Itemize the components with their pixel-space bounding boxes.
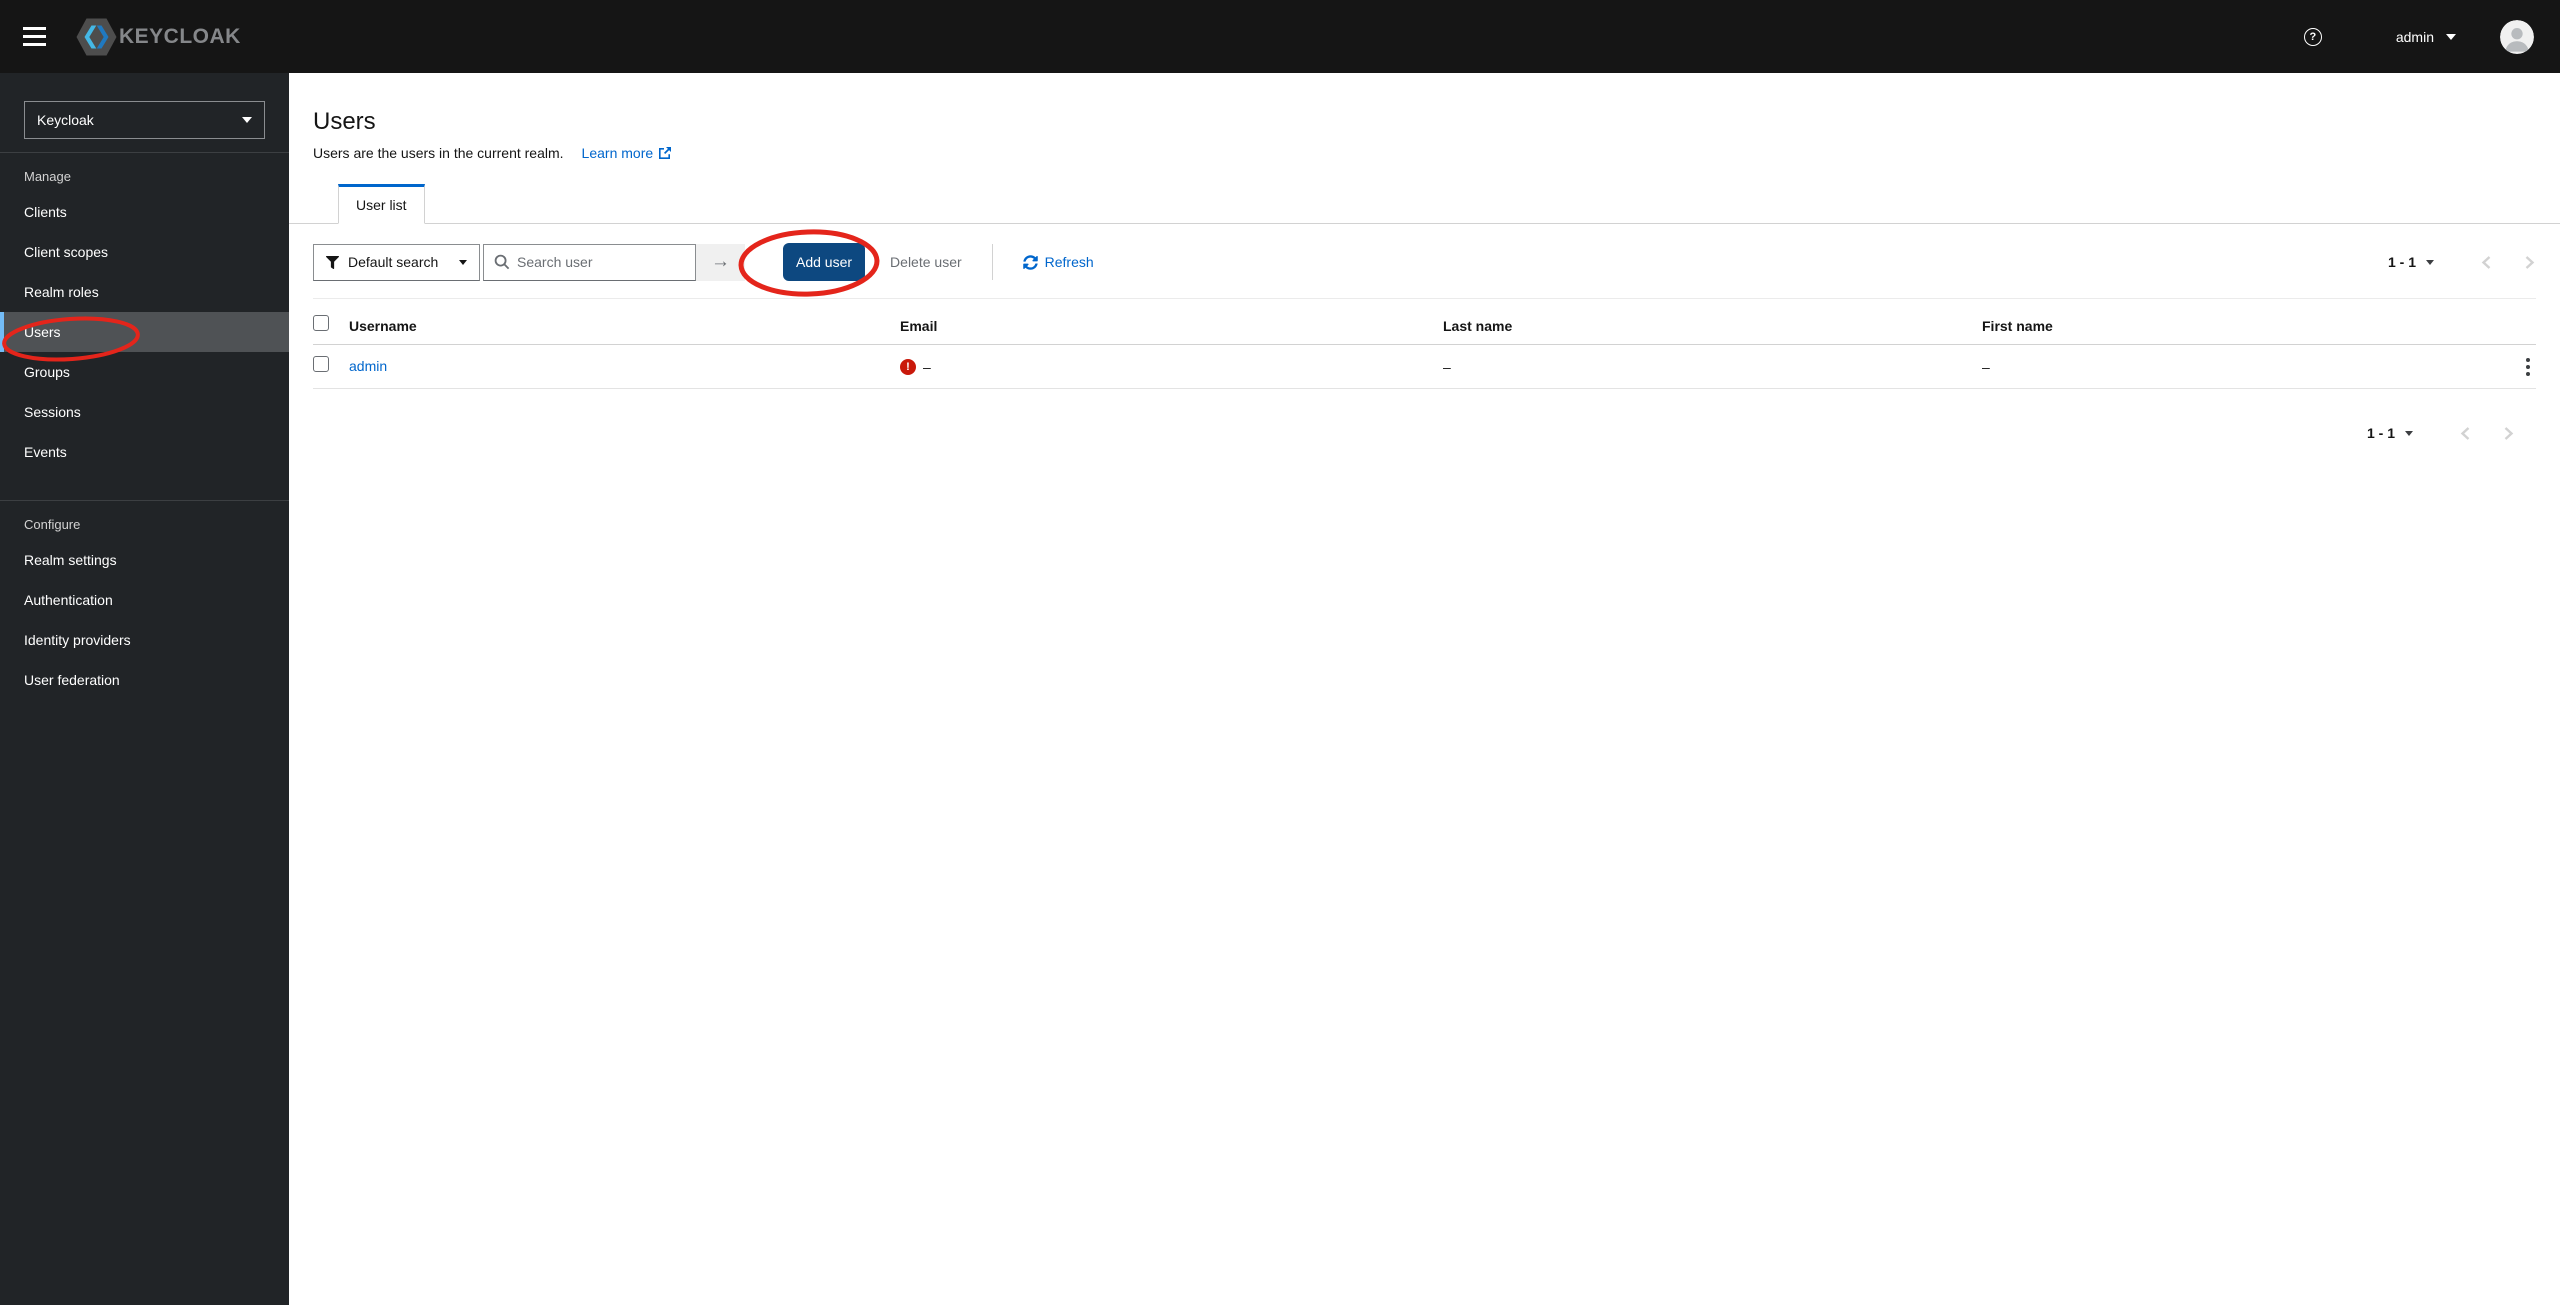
filter-icon bbox=[326, 255, 339, 269]
realm-selector-value: Keycloak bbox=[37, 112, 94, 128]
delete-user-button[interactable]: Delete user bbox=[890, 254, 962, 270]
search-type-label: Default search bbox=[348, 254, 439, 270]
hamburger-icon bbox=[22, 27, 46, 30]
external-link-icon bbox=[659, 147, 672, 159]
page-description-text: Users are the users in the current realm… bbox=[313, 145, 564, 161]
pagination-top: 1 - 1 bbox=[2388, 254, 2536, 270]
pagination-range-dropdown[interactable]: 1 - 1 bbox=[2367, 425, 2413, 441]
email-value: – bbox=[923, 358, 931, 375]
exclamation-circle-icon: ! bbox=[900, 358, 916, 375]
toolbar-divider bbox=[991, 244, 993, 280]
username-link[interactable]: admin bbox=[349, 358, 387, 374]
arrow-right-icon: → bbox=[711, 251, 730, 272]
add-user-button[interactable]: Add user bbox=[783, 243, 866, 281]
realm-selector[interactable]: Keycloak bbox=[24, 101, 265, 139]
keycloak-logo-icon bbox=[76, 18, 117, 55]
refresh-label: Refresh bbox=[1044, 254, 1094, 270]
tab-bar: User list bbox=[289, 184, 2560, 224]
learn-more-label: Learn more bbox=[581, 145, 654, 161]
chevron-left-icon bbox=[2481, 255, 2491, 269]
nav-group-configure-label: Configure bbox=[24, 517, 81, 532]
nav-group-manage-label: Manage bbox=[24, 169, 71, 184]
sidebar-item-users[interactable]: Users bbox=[0, 312, 289, 352]
pagination-bottom: 1 - 1 bbox=[313, 425, 2536, 441]
search-group bbox=[483, 243, 696, 281]
avatar-button[interactable] bbox=[2500, 19, 2534, 54]
column-header-last-name: Last name bbox=[1443, 317, 1513, 334]
chevron-down-icon bbox=[2405, 430, 2413, 436]
question-circle-icon: ? bbox=[2303, 27, 2322, 46]
column-header-email: Email bbox=[900, 317, 938, 334]
help-button[interactable]: ? bbox=[2300, 24, 2326, 50]
user-menu-label: admin bbox=[2395, 28, 2434, 45]
sidebar: Keycloak Manage Clients Client scopes Re… bbox=[0, 73, 289, 1305]
keycloak-admin-console: KEYCLOAK ? admin Keycloak Manage Clients… bbox=[0, 0, 2560, 1305]
table-header-row: Username Email Last name First name bbox=[313, 299, 2536, 345]
first-name-cell: – bbox=[1982, 358, 1990, 375]
page-description: Users are the users in the current realm… bbox=[313, 145, 2536, 161]
chevron-right-icon bbox=[2525, 255, 2535, 269]
pagination-next-button[interactable] bbox=[2523, 255, 2536, 270]
chevron-down-icon bbox=[2446, 33, 2456, 40]
sidebar-item-realm-settings[interactable]: Realm settings bbox=[0, 540, 289, 580]
pagination-range-dropdown[interactable]: 1 - 1 bbox=[2388, 254, 2434, 270]
row-checkbox[interactable] bbox=[313, 356, 329, 372]
search-input[interactable] bbox=[483, 243, 696, 281]
search-icon bbox=[494, 254, 510, 269]
learn-more-link[interactable]: Learn more bbox=[582, 145, 673, 161]
search-type-dropdown[interactable]: Default search bbox=[313, 243, 480, 281]
chevron-left-icon bbox=[2460, 426, 2470, 440]
page-title: Users bbox=[313, 108, 376, 135]
sidebar-item-authentication[interactable]: Authentication bbox=[0, 580, 289, 620]
pagination-prev-button[interactable] bbox=[2459, 426, 2472, 441]
sidebar-item-groups[interactable]: Groups bbox=[0, 352, 289, 392]
avatar bbox=[2500, 19, 2534, 54]
keycloak-logo: KEYCLOAK bbox=[76, 18, 241, 56]
kebab-icon bbox=[2526, 357, 2530, 362]
main-content: Users Users are the users in the current… bbox=[289, 73, 2560, 1305]
masthead-toolbar: ? admin bbox=[2300, 19, 2560, 54]
masthead: KEYCLOAK ? admin bbox=[0, 0, 2560, 73]
pagination-next-button[interactable] bbox=[2502, 426, 2515, 441]
column-header-username: Username bbox=[349, 317, 417, 334]
email-cell: ! – bbox=[900, 358, 1443, 375]
pagination-prev-button[interactable] bbox=[2480, 255, 2493, 270]
user-menu-dropdown[interactable]: admin bbox=[2396, 29, 2456, 45]
brand-text: KEYCLOAK bbox=[119, 24, 241, 48]
column-header-first-name: First name bbox=[1982, 317, 2053, 334]
refresh-button[interactable]: Refresh bbox=[1022, 254, 1094, 270]
pagination-range-text: 1 - 1 bbox=[2387, 254, 2416, 270]
refresh-icon bbox=[1022, 254, 1038, 270]
chevron-down-icon bbox=[2426, 259, 2434, 265]
pagination-range-text: 1 - 1 bbox=[2366, 425, 2395, 441]
sidebar-item-sessions[interactable]: Sessions bbox=[0, 392, 289, 432]
chevron-down-icon bbox=[242, 117, 252, 123]
sidebar-item-user-federation[interactable]: User federation bbox=[0, 660, 289, 700]
row-kebab-menu-button[interactable] bbox=[2520, 354, 2536, 380]
chevron-down-icon bbox=[459, 259, 467, 265]
toolbar: Default search → Add user Delete user bbox=[313, 243, 2536, 281]
nav-toggle-button[interactable] bbox=[14, 17, 54, 57]
select-all-checkbox[interactable] bbox=[313, 315, 329, 331]
sidebar-item-clients[interactable]: Clients bbox=[0, 192, 289, 232]
users-table: Username Email Last name First name admi… bbox=[313, 298, 2536, 389]
sidebar-item-client-scopes[interactable]: Client scopes bbox=[0, 232, 289, 272]
sidebar-item-realm-roles[interactable]: Realm roles bbox=[0, 272, 289, 312]
chevron-right-icon bbox=[2504, 426, 2514, 440]
sidebar-item-identity-providers[interactable]: Identity providers bbox=[0, 620, 289, 660]
table-row: admin ! – – – bbox=[313, 345, 2536, 389]
last-name-cell: – bbox=[1443, 358, 1451, 375]
tab-user-list[interactable]: User list bbox=[338, 184, 425, 224]
sidebar-item-events[interactable]: Events bbox=[0, 432, 289, 472]
search-submit-button[interactable]: → bbox=[696, 243, 745, 281]
